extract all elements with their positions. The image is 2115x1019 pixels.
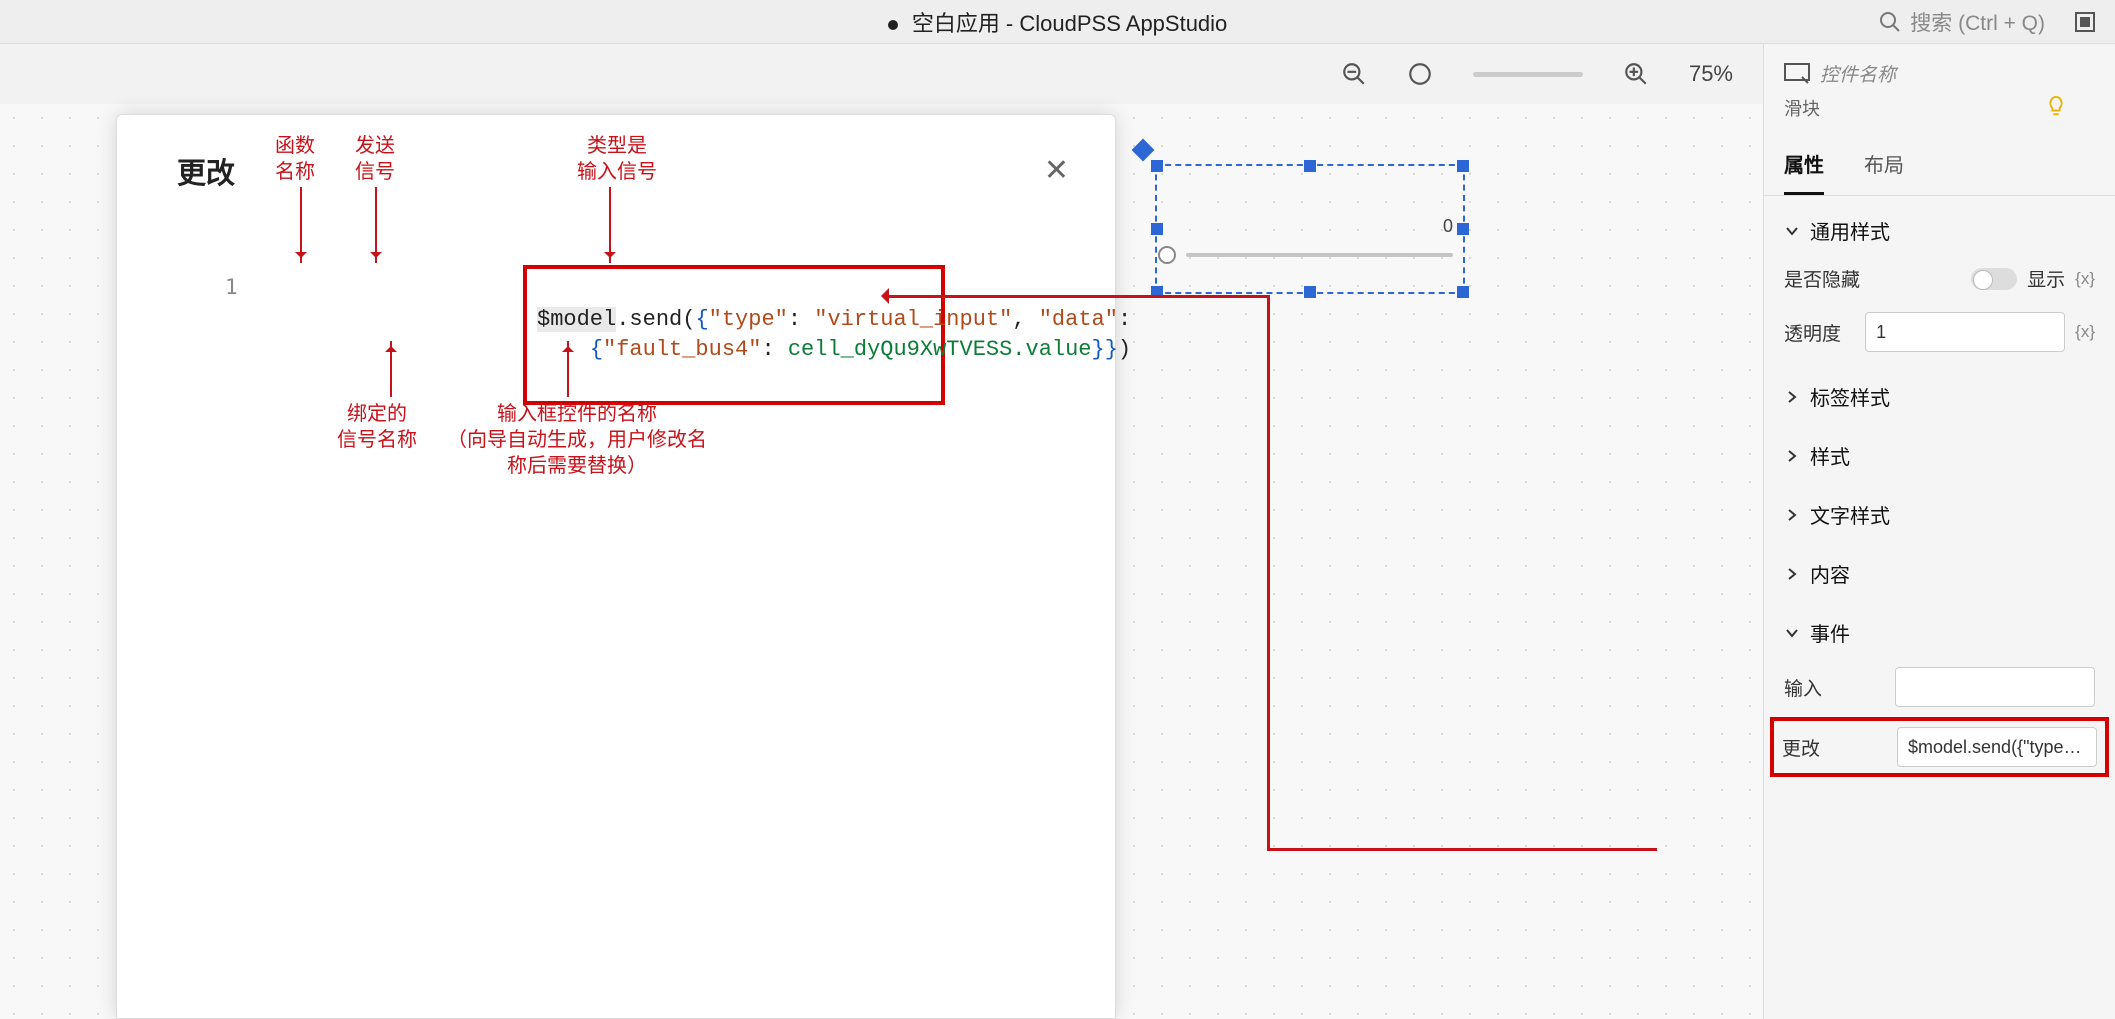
widget-type-label: 滑块: [1784, 95, 1820, 121]
arrowhead-icon: [873, 288, 889, 304]
search-box[interactable]: 搜索 (Ctrl + Q): [1878, 7, 2045, 37]
tab-layout[interactable]: 布局: [1864, 135, 1904, 195]
fullscreen-icon[interactable]: [2073, 10, 2097, 39]
search-icon: [1878, 10, 1902, 34]
close-icon[interactable]: ✕: [1034, 149, 1079, 192]
title-bar: 空白应用 - CloudPSS AppStudio 搜索 (Ctrl + Q): [0, 0, 2115, 44]
annotation-type-input: 类型是 输入信号: [577, 133, 657, 185]
window-title-text: 空白应用 - CloudPSS AppStudio: [912, 11, 1227, 36]
row-opacity: 透明度 {x}: [1764, 302, 2115, 362]
selection-box[interactable]: 0: [1155, 164, 1465, 294]
section-label-style-label: 标签样式: [1810, 382, 1890, 411]
section-label-style[interactable]: 标签样式: [1764, 362, 2115, 421]
zoom-in-icon[interactable]: [1623, 61, 1649, 87]
lightbulb-icon[interactable]: [2045, 95, 2067, 117]
search-placeholder: 搜索 (Ctrl + Q): [1910, 7, 2045, 37]
resize-handle[interactable]: [1457, 223, 1469, 235]
resize-handle[interactable]: [1304, 160, 1316, 172]
connector-line: [885, 295, 1270, 298]
widget-name-placeholder: 控件名称: [1820, 60, 1896, 87]
rotate-handle-icon[interactable]: [1132, 139, 1155, 162]
section-general[interactable]: 通用样式: [1764, 196, 2115, 255]
inspector-panel: 控件名称 滑块 属性 布局 通用样式 是否隐藏 显示 {x} 透明度 {: [1763, 44, 2115, 1019]
event-change-field[interactable]: [1897, 727, 2097, 767]
section-style-label: 样式: [1810, 441, 1850, 470]
resize-handle[interactable]: [1151, 160, 1163, 172]
chevron-down-icon: [1784, 625, 1800, 641]
tab-properties[interactable]: 属性: [1784, 135, 1824, 195]
code-box[interactable]: $model.send({"type": "virtual_input", "d…: [523, 265, 945, 405]
resize-handle[interactable]: [1457, 160, 1469, 172]
slider-thumb-icon[interactable]: [1158, 246, 1176, 264]
chevron-down-icon: [1784, 223, 1800, 239]
section-content[interactable]: 内容: [1764, 539, 2115, 598]
zoom-out-icon[interactable]: [1341, 61, 1367, 87]
connector-line: [1267, 295, 1270, 848]
row-hidden: 是否隐藏 显示 {x}: [1764, 255, 2115, 302]
annotation-func-name: 函数 名称: [275, 133, 315, 185]
hidden-value-text: 显示: [2027, 265, 2065, 292]
event-input-label: 输入: [1784, 674, 1822, 701]
annotation-send-signal: 发送 信号: [355, 133, 395, 185]
zoom-percent: 75%: [1689, 61, 1733, 87]
resize-handle[interactable]: [1151, 223, 1163, 235]
hidden-toggle[interactable]: [1971, 268, 2017, 290]
resize-handle[interactable]: [1304, 286, 1316, 298]
row-event-change: 更改: [1770, 717, 2109, 777]
code-editor-modal: 更改 ✕ 函数 名称 发送 信号 类型是 输入信号 1 $model.send(…: [116, 114, 1116, 1019]
connector-line: [1267, 848, 1657, 851]
fx-button[interactable]: {x}: [2075, 269, 2095, 289]
section-events[interactable]: 事件: [1764, 598, 2115, 657]
app-root: 空白应用 - CloudPSS AppStudio 搜索 (Ctrl + Q) …: [0, 0, 2115, 1019]
unsaved-dot-icon: [888, 20, 898, 30]
line-number: 1: [225, 275, 238, 299]
chevron-right-icon: [1784, 566, 1800, 582]
chevron-right-icon: [1784, 507, 1800, 523]
inspector-tabs: 属性 布局: [1764, 135, 2115, 196]
zoom-reset-icon[interactable]: [1407, 61, 1433, 87]
arrow-icon: [567, 341, 569, 397]
hidden-label: 是否隐藏: [1784, 265, 1860, 292]
event-change-label: 更改: [1782, 734, 1820, 761]
opacity-label: 透明度: [1784, 319, 1841, 346]
chevron-right-icon: [1784, 389, 1800, 405]
section-style[interactable]: 样式: [1764, 421, 2115, 480]
slider-track[interactable]: [1186, 253, 1453, 257]
arrow-icon: [390, 341, 392, 397]
modal-title: 更改: [177, 150, 235, 192]
window-title: 空白应用 - CloudPSS AppStudio: [0, 6, 2115, 38]
slider-widget[interactable]: 0: [1167, 246, 1453, 264]
arrow-icon: [375, 187, 377, 263]
section-content-label: 内容: [1810, 559, 1850, 588]
arrow-icon: [609, 187, 611, 263]
section-text-style-label: 文字样式: [1810, 500, 1890, 529]
annotation-widget-name: 输入框控件的名称 （向导自动生成，用户修改名 称后需要替换）: [447, 401, 707, 479]
widget-type-row: 滑块: [1764, 91, 2115, 135]
zoom-toolbar: 75%: [0, 44, 1763, 104]
section-general-label: 通用样式: [1810, 216, 1890, 245]
row-event-input: 输入: [1764, 657, 2115, 717]
zoom-slider[interactable]: [1473, 72, 1583, 77]
resize-handle[interactable]: [1457, 286, 1469, 298]
opacity-input[interactable]: [1865, 312, 2065, 352]
chevron-right-icon: [1784, 448, 1800, 464]
widget-name-icon: [1784, 63, 1810, 85]
annotation-bound-signal: 绑定的 信号名称: [337, 401, 417, 453]
arrow-icon: [300, 187, 302, 263]
fx-button[interactable]: {x}: [2075, 322, 2095, 342]
section-events-label: 事件: [1810, 618, 1850, 647]
event-input-field[interactable]: [1895, 667, 2095, 707]
section-text-style[interactable]: 文字样式: [1764, 480, 2115, 539]
widget-name-field[interactable]: 控件名称: [1764, 44, 2115, 91]
slider-value-label: 0: [1443, 216, 1453, 237]
